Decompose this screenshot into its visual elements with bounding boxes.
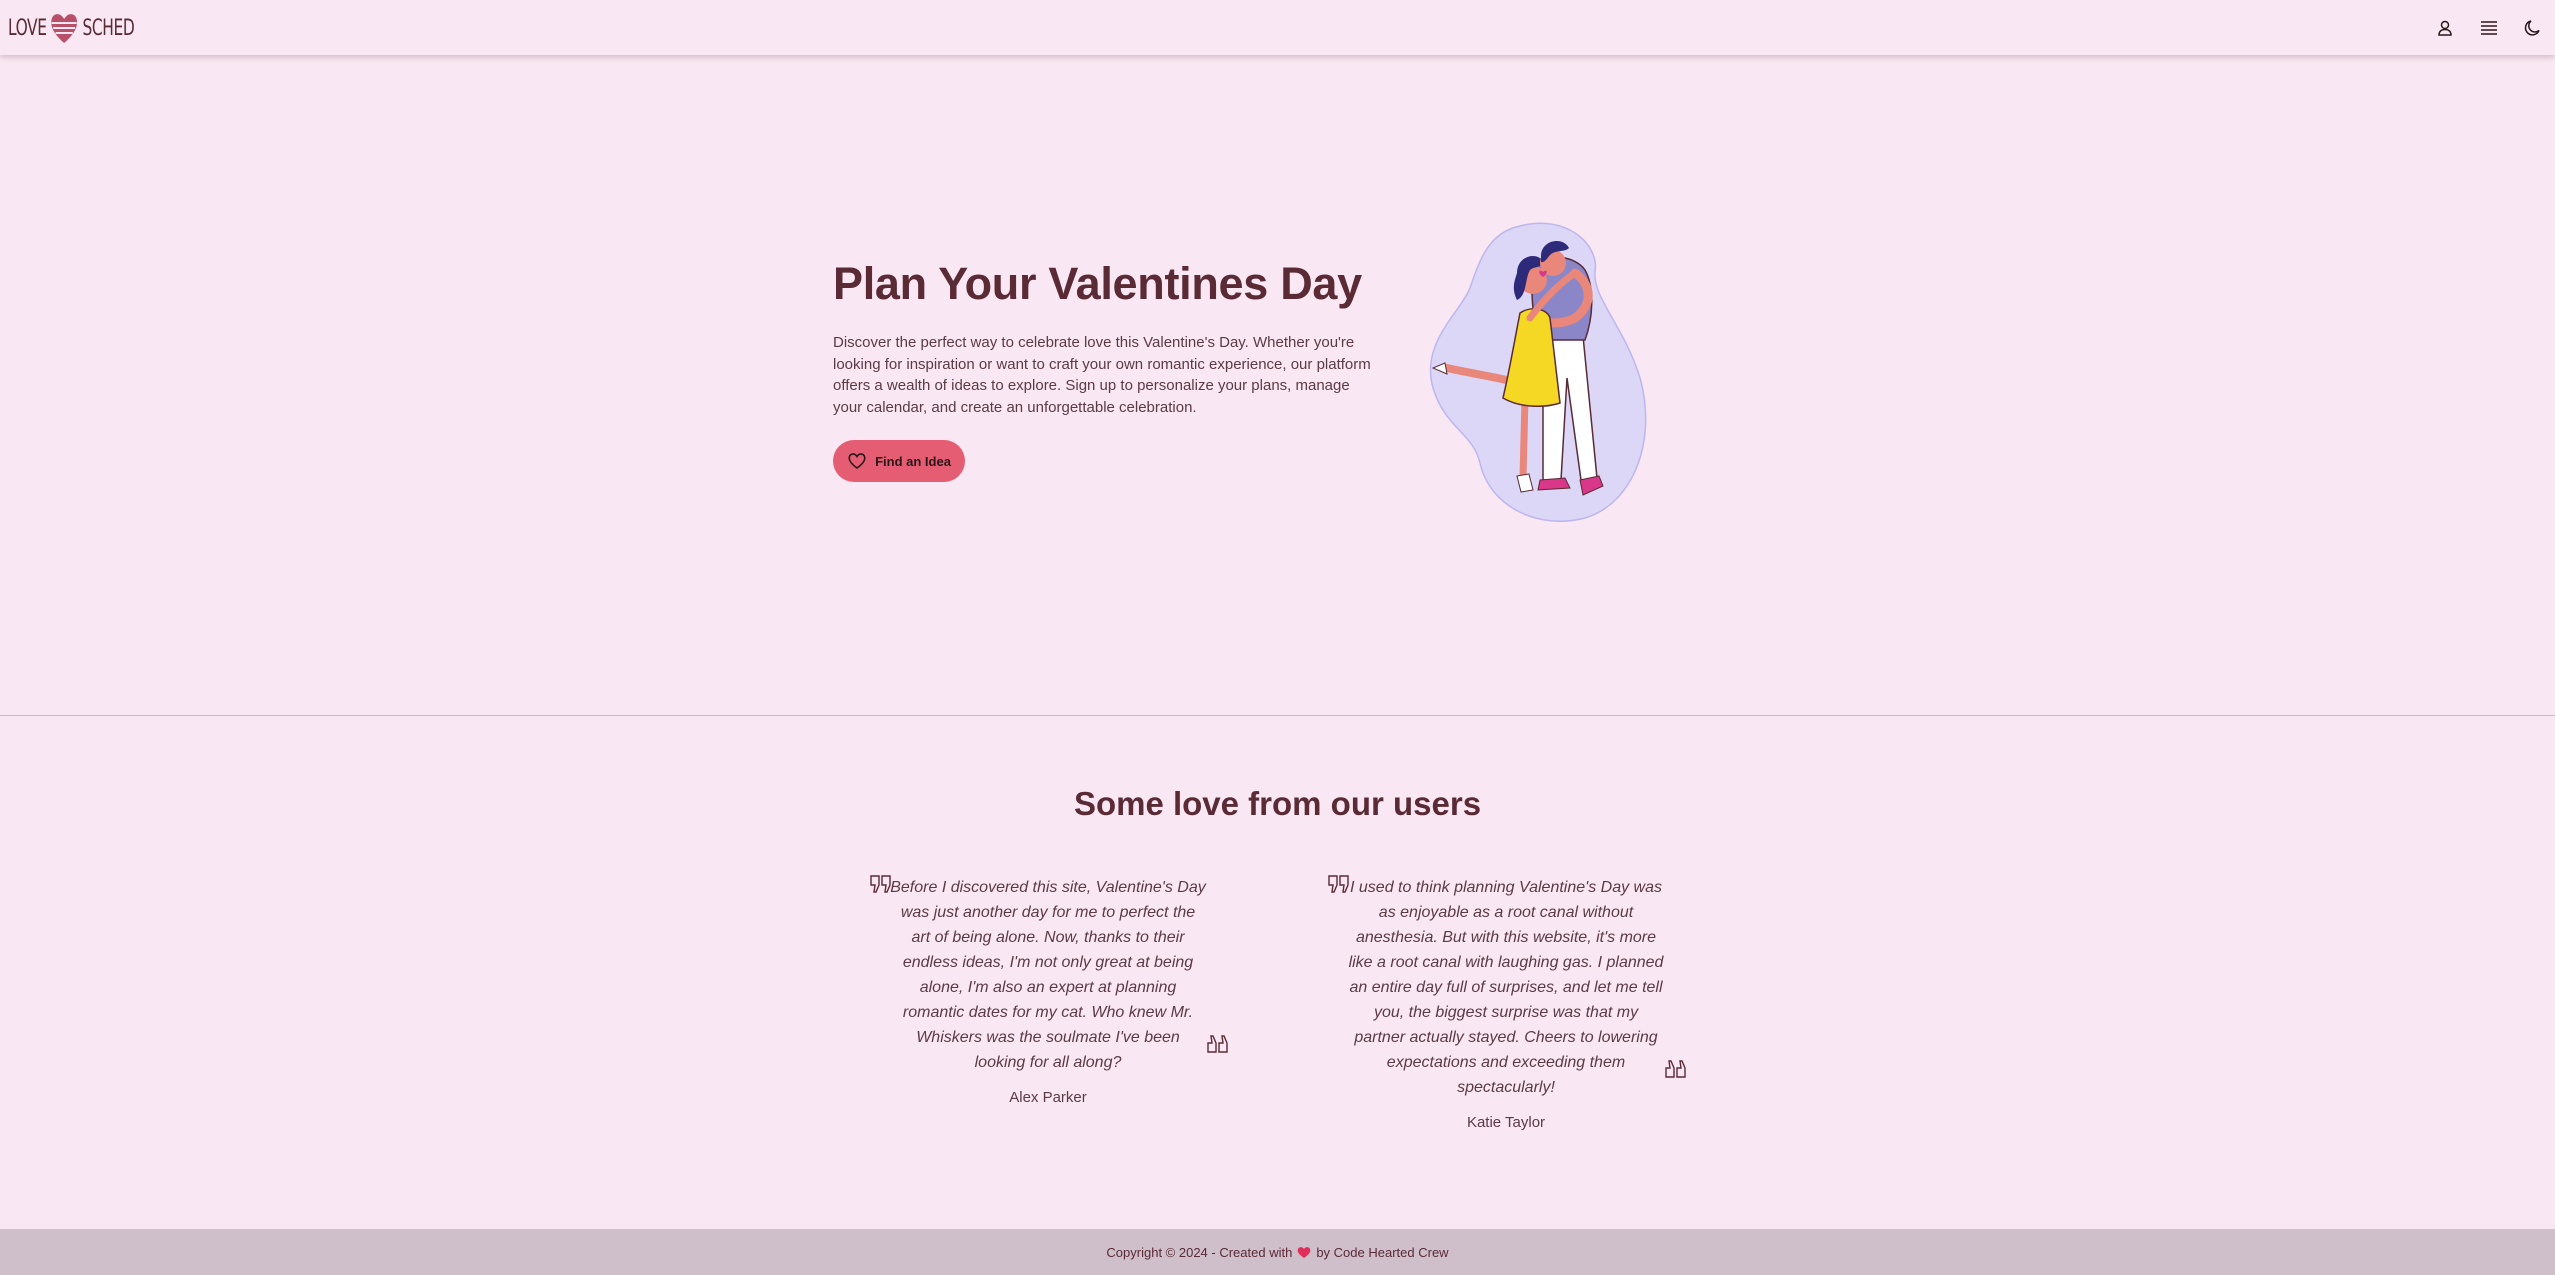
top-nav: LOVE SCHED: [0, 0, 2555, 55]
moon-icon: [2524, 19, 2540, 36]
couple-illustration: [1429, 222, 1647, 522]
logo-heart-icon: [51, 14, 78, 43]
logo[interactable]: LOVE SCHED: [8, 10, 135, 46]
menu-icon: [2481, 20, 2497, 35]
find-idea-label: Find an Idea: [875, 453, 951, 469]
testimonial-card: I used to think planning Valentine's Day…: [1326, 875, 1686, 1131]
testimonials-title: Some love from our users: [1073, 785, 1482, 822]
testimonial-author: Katie Taylor: [1466, 1114, 1546, 1131]
menu-button[interactable]: [2467, 6, 2511, 50]
testimonial-quote: I used to think planning Valentine's Day…: [1348, 879, 1664, 1096]
user-icon: [2438, 20, 2452, 36]
footer-copyright: Copyright © 2024 - Created with: [1106, 1244, 1293, 1260]
logo-text-right: SCHED: [82, 15, 135, 41]
close-quote-icon: [1664, 1060, 1686, 1078]
open-quote-icon: [870, 875, 892, 893]
page-title: Plan Your Valentines Day: [833, 258, 1362, 309]
section-divider: [0, 715, 2555, 716]
heart-icon: [848, 453, 866, 469]
theme-toggle-button[interactable]: [2511, 6, 2555, 50]
footer: Copyright © 2024 - Created with by Code …: [0, 1229, 2555, 1275]
testimonial-quote: Before I discovered this site, Valentine…: [890, 879, 1206, 1071]
testimonial-card: Before I discovered this site, Valentine…: [868, 875, 1228, 1106]
header-actions: [2423, 0, 2555, 55]
close-quote-icon: [1206, 1035, 1228, 1053]
open-quote-icon: [1328, 875, 1350, 893]
hero-description: Discover the perfect way to celebrate lo…: [833, 334, 1371, 416]
heart-icon: [1297, 1246, 1311, 1258]
testimonial-author: Alex Parker: [1009, 1089, 1087, 1106]
footer-credit: by Code Hearted Crew: [1316, 1244, 1449, 1260]
find-idea-button[interactable]: Find an Idea: [833, 440, 965, 482]
logo-text-left: LOVE: [8, 15, 47, 41]
user-button[interactable]: [2423, 6, 2467, 50]
